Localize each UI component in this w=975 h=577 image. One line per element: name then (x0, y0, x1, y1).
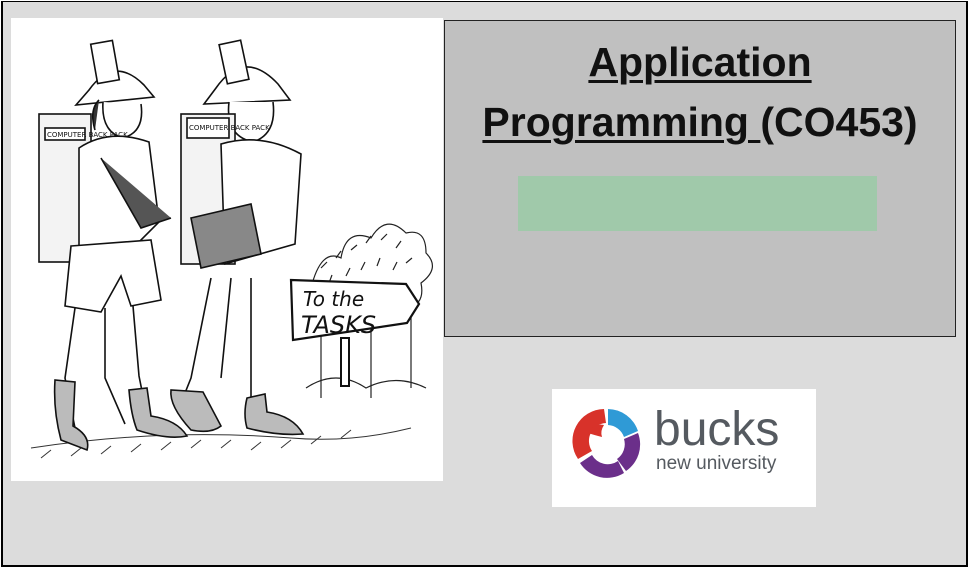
sign-text-line1: To the (303, 287, 364, 311)
bucks-logo-mark-icon (572, 409, 641, 478)
course-code: (CO453) (760, 99, 918, 145)
logo-wordmark: bucks (654, 403, 780, 456)
hiker-man-figure: COMPUTER BACK PACK (170, 39, 305, 436)
course-title-box: Application Programming (CO453) (444, 20, 956, 337)
hikers-cartoon-illustration: To the TASKS COMPUTER BACK PACK COMPUTER… (11, 18, 443, 481)
course-title-application: Application (588, 39, 812, 85)
hikers-cartoon-svg: To the TASKS COMPUTER BACK PACK COMPUTER… (30, 39, 433, 459)
bucks-university-logo: bucks new university (552, 389, 816, 507)
course-title-line1: Application (445, 39, 955, 85)
to-the-tasks-sign: To the TASKS (289, 278, 421, 387)
backpack-right-label: COMPUTER BACK PACK (189, 124, 270, 132)
logo-subtitle: new university (656, 453, 777, 474)
sign-text-line2: TASKS (301, 311, 376, 339)
accent-bar (518, 176, 877, 231)
hiker-woman-figure: COMPUTER BACK PACK (38, 39, 189, 452)
course-title-programming: Programming (482, 99, 761, 145)
slide: To the TASKS COMPUTER BACK PACK COMPUTER… (1, 1, 968, 567)
course-title-line2: Programming (CO453) (445, 99, 955, 145)
